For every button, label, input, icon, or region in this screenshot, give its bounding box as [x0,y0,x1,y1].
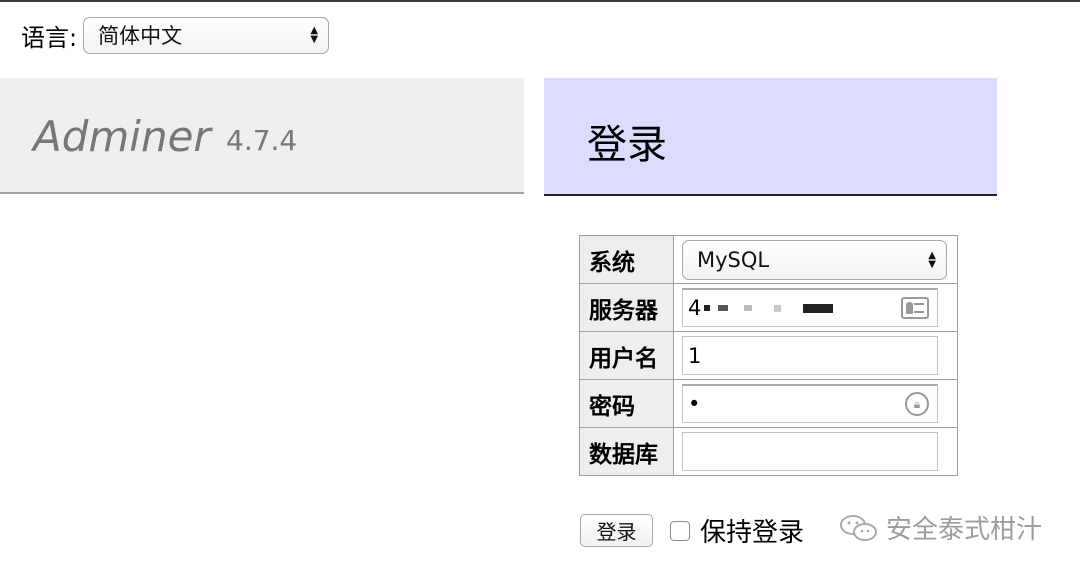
server-input[interactable]: 4 [682,288,938,327]
username-label: 用户名 [579,331,674,380]
username-value: 1 [688,343,702,368]
remember-label[interactable]: 保持登录 [700,512,804,549]
redacted-text [704,303,834,313]
server-value: 4 [688,296,702,320]
server-label: 服务器 [579,283,674,332]
form-row-username: 用户名 1 [579,331,958,380]
form-row-password: 密码 • 🔒︎ [579,379,958,428]
login-header: 登录 [544,78,997,196]
language-label: 语言: [21,23,78,52]
remember-checkbox[interactable] [670,521,690,541]
wechat-icon [840,514,877,541]
system-selected-value: MySQL [697,247,770,272]
contact-card-icon[interactable] [901,297,929,319]
system-select[interactable]: MySQL ▲ ▼ [682,239,947,280]
password-input[interactable]: • 🔒︎ [682,384,938,423]
select-arrows-icon: ▲ ▼ [310,25,319,45]
form-row-server: 服务器 4 [579,283,958,332]
language-switcher: 语言: 简体中文 ▲ ▼ [21,16,330,54]
window-top-border [0,0,1080,2]
page-title: 登录 [587,122,667,168]
username-input[interactable]: 1 [682,336,938,375]
system-label: 系统 [579,235,674,284]
database-label: 数据库 [579,427,674,476]
brand-header: Adminer 4.7.4 [0,78,524,194]
password-label: 密码 [579,379,674,428]
select-arrows-icon: ▲ ▼ [928,249,936,270]
brand-version: 4.7.4 [226,124,298,157]
database-input[interactable] [682,432,938,471]
language-selected-value: 简体中文 [98,24,183,48]
key-icon[interactable]: 🔒︎ [905,392,929,416]
login-button[interactable]: 登录 [580,514,653,547]
watermark-text: 安全泰式柑汁 [886,515,1043,545]
form-row-system: 系统 MySQL ▲ ▼ [579,235,958,284]
brand-name[interactable]: Adminer [33,112,211,161]
watermark: 安全泰式柑汁 [838,509,1042,546]
language-select[interactable]: 简体中文 ▲ ▼ [83,16,330,54]
form-row-database: 数据库 [579,427,958,476]
login-form-table: 系统 MySQL ▲ ▼ 服务器 4 用户名 1 密码 • 🔒︎ 数据库 [579,235,958,476]
password-value: • [688,392,701,416]
